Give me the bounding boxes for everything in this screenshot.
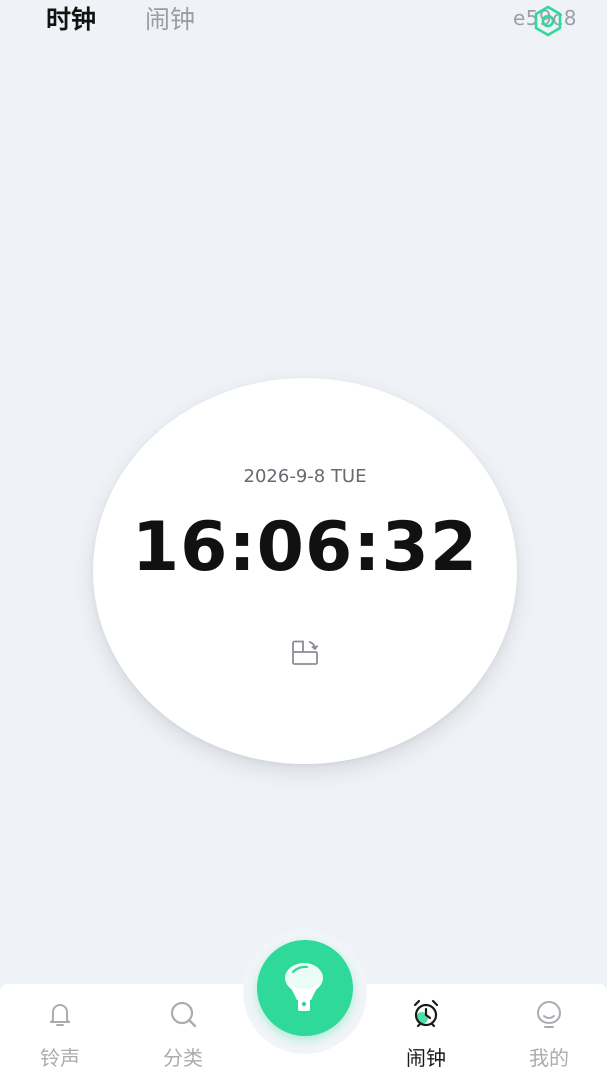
clock-card: 2026-9-8 TUE 16:06:32	[93, 378, 517, 764]
microphone-icon	[285, 963, 323, 1011]
tab-clock[interactable]: 时钟	[46, 2, 96, 38]
nav-item-category[interactable]: 分类	[133, 984, 233, 1080]
search-icon	[170, 1001, 197, 1028]
gear-icon[interactable]	[531, 4, 565, 38]
nav-label-profile: 我的	[529, 1046, 569, 1070]
microphone-fab-button[interactable]	[257, 940, 353, 1036]
settings-area[interactable]: e59c8	[513, 4, 577, 38]
tab-alarm[interactable]: 闹钟	[145, 2, 195, 38]
nav-label-category: 分类	[163, 1046, 203, 1070]
nav-label-ringtone: 铃声	[40, 1046, 80, 1070]
nav-label-alarm: 闹钟	[406, 1046, 446, 1070]
time-display: 16:06:32	[131, 508, 479, 587]
date-display: 2026-9-8 TUE	[243, 466, 367, 487]
nav-item-alarm[interactable]: 闹钟	[376, 984, 476, 1080]
screen-rotate-icon[interactable]	[289, 638, 321, 668]
profile-icon	[536, 1000, 562, 1028]
bell-icon	[50, 1004, 70, 1026]
alarm-clock-icon	[413, 999, 439, 1028]
nav-item-profile[interactable]: 我的	[499, 984, 599, 1080]
top-tab-bar: 时钟 闹钟 e59c8	[0, 0, 607, 44]
nav-item-ringtone[interactable]: 铃声	[10, 984, 110, 1080]
